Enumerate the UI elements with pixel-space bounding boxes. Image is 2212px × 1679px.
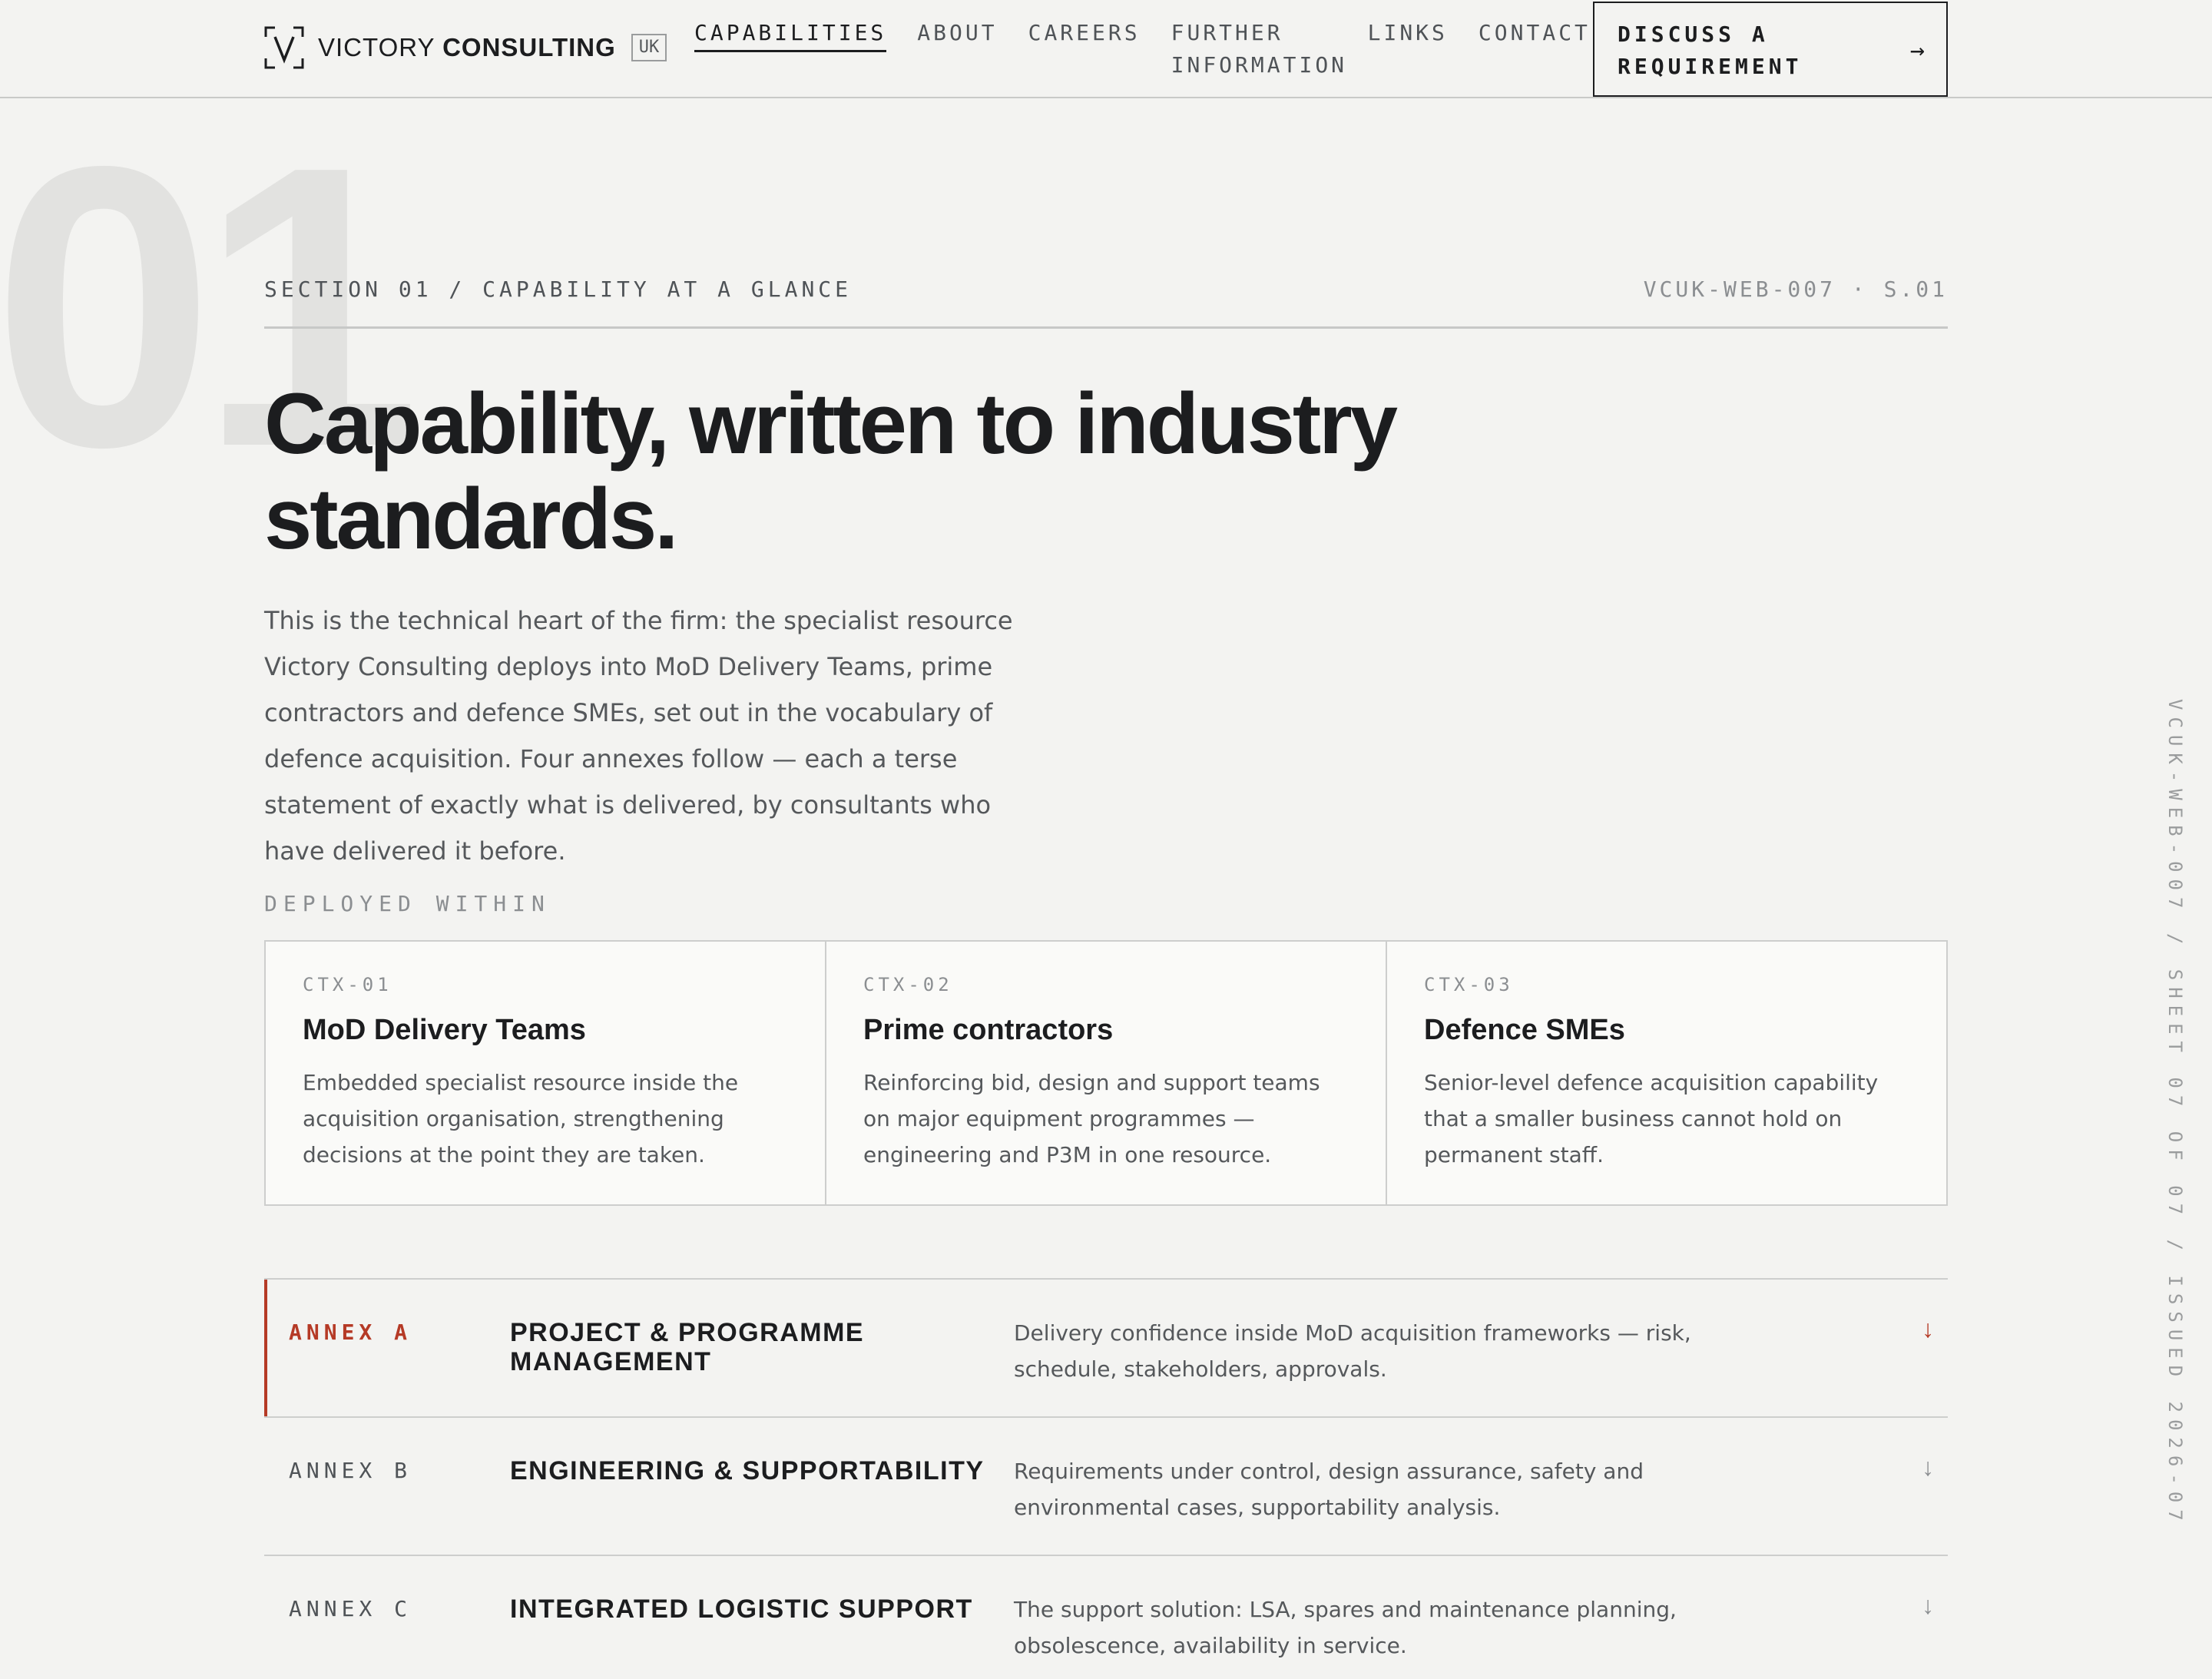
annex-code: ANNEX B: [289, 1458, 412, 1483]
annex-row-b[interactable]: ANNEX B ENGINEERING & SUPPORTABILITY Req…: [264, 1418, 1948, 1556]
region-badge: UK: [631, 34, 667, 61]
annex-description: The support solution: LSA, spares and ma…: [1014, 1597, 1677, 1658]
annex-name: ENGINEERING & SUPPORTABILITY: [510, 1456, 985, 1485]
arrow-down-icon[interactable]: ↓: [1922, 1591, 1934, 1620]
annex-description: Requirements under control, design assur…: [1014, 1459, 1644, 1520]
annex-code: ANNEX C: [289, 1596, 412, 1621]
deployment-contexts: CTX-01 MoD Delivery Teams Embedded speci…: [264, 940, 1948, 1206]
intro-paragraph: This is the technical heart of the firm:…: [264, 606, 1013, 866]
logo-mark-icon: [264, 26, 304, 69]
nav-links[interactable]: LINKS: [1368, 17, 1448, 81]
section-bar: SECTION 01 / CAPABILITY AT A GLANCE VCUK…: [264, 270, 1948, 329]
context-description: Reinforcing bid, design and support team…: [863, 1070, 1320, 1167]
annex-description: Delivery confidence inside MoD acquisiti…: [1014, 1320, 1691, 1382]
context-card: CTX-03 Defence SMEs Senior-level defence…: [1387, 942, 1946, 1204]
nav-further-information[interactable]: FURTHER INFORMATION: [1171, 17, 1344, 81]
context-description: Senior-level defence acquisition capabil…: [1424, 1070, 1879, 1167]
annex-row-c[interactable]: ANNEX C INTEGRATED LOGISTIC SUPPORT The …: [264, 1556, 1948, 1679]
context-title: Defence SMEs: [1424, 1014, 1625, 1046]
logo[interactable]: VICTORY CONSULTING UK: [264, 26, 667, 69]
nav-about[interactable]: ABOUT: [917, 17, 997, 81]
arrow-right-icon: →: [1909, 35, 1925, 65]
discuss-requirement-button[interactable]: DISCUSS A REQUIREMENT →: [1593, 2, 1948, 97]
deployed-within-label: DEPLOYED WITHIN: [264, 891, 551, 916]
logo-wordmark: VICTORY CONSULTING: [318, 33, 616, 61]
section-label: SECTION 01 / CAPABILITY AT A GLANCE: [264, 277, 853, 302]
annex-code: ANNEX A: [289, 1320, 412, 1345]
nav-contact[interactable]: CONTACT: [1479, 17, 1591, 81]
cta-label: DISCUSS A REQUIREMENT: [1618, 22, 1803, 79]
main-nav: CAPABILITIES ABOUT CAREERS FURTHER INFOR…: [694, 17, 1621, 81]
nav-capabilities[interactable]: CAPABILITIES: [694, 17, 887, 81]
context-card: CTX-02 Prime contractors Reinforcing bid…: [826, 942, 1387, 1204]
context-card: CTX-01 MoD Delivery Teams Embedded speci…: [266, 942, 826, 1204]
annex-name: INTEGRATED LOGISTIC SUPPORT: [510, 1595, 973, 1624]
context-code: CTX-02: [863, 974, 953, 995]
page-title: Capability, written to industry standard…: [264, 376, 1398, 567]
context-code: CTX-03: [1424, 974, 1514, 995]
context-code: CTX-01: [303, 974, 392, 995]
arrow-down-icon[interactable]: ↓: [1922, 1315, 1934, 1343]
context-description: Embedded specialist resource inside the …: [303, 1070, 739, 1167]
arrow-down-icon[interactable]: ↓: [1922, 1453, 1934, 1482]
annex-row-a[interactable]: ANNEX A PROJECT & PROGRAMME MANAGEMENT D…: [264, 1280, 1948, 1418]
annex-list: ANNEX A PROJECT & PROGRAMME MANAGEMENT D…: [264, 1278, 1948, 1679]
sheet-meta-vertical: VCUK-WEB-007 / SHEET 07 OF 07 / ISSUED 2…: [2164, 699, 2186, 1528]
annex-name: PROJECT & PROGRAMME MANAGEMENT: [510, 1318, 865, 1376]
section-code: VCUK-WEB-007 · S.01: [1643, 277, 1948, 302]
nav-careers[interactable]: CAREERS: [1028, 17, 1141, 81]
context-title: MoD Delivery Teams: [303, 1014, 586, 1046]
context-title: Prime contractors: [863, 1014, 1114, 1046]
